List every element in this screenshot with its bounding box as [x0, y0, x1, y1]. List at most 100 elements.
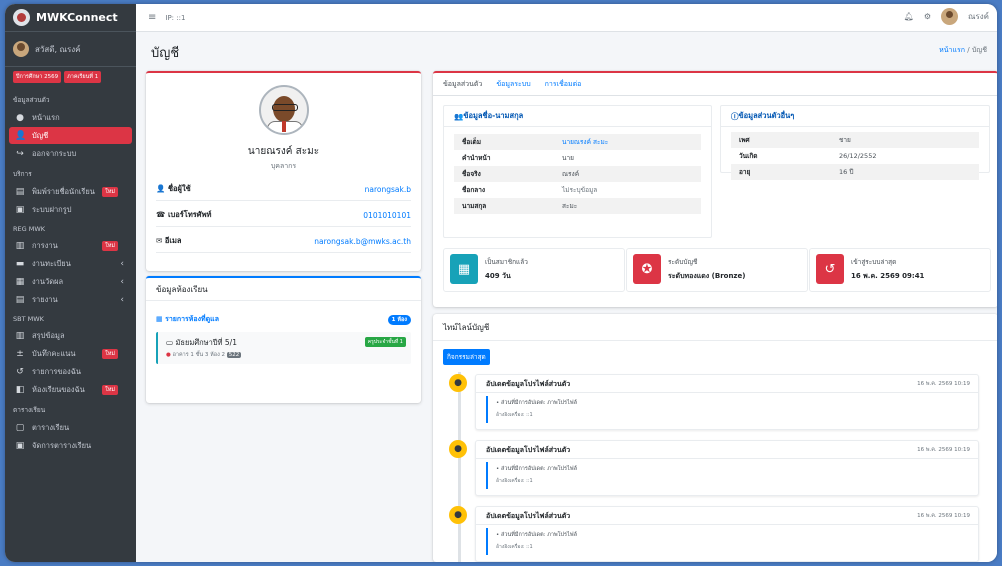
classroom-subheader: ▦ รายการห้องที่ดูแล 1 ห้อง — [156, 314, 411, 325]
sidebar-item-home[interactable]: ● หน้าแรก — [9, 109, 132, 126]
timeline-item-title: อัปเดตข้อมูลโปรไฟล์ส่วนตัว — [486, 380, 571, 388]
profile-card: นายณรงค์ สะมะ บุคลากร 👤 ชื่อผู้ใช้ naron… — [146, 71, 421, 271]
other-section-title: ข้อมูลส่วนตัวอื่นๆ — [738, 111, 795, 120]
sidebar-item-manage-timetable[interactable]: ▣ จัดการตารางเรียน — [9, 437, 132, 454]
chevron-left-icon: ‹ — [120, 294, 124, 305]
username-label: 👤 ชื่อผู้ใช้ — [156, 184, 191, 193]
nav-header-sbt: SBT MWK — [13, 315, 44, 323]
timeline-box: อัปเดตข้อมูลโปรไฟล์ส่วนตัว 16 พ.ค. 2569 … — [475, 506, 979, 562]
sidebar-item-summary[interactable]: ▥ สรุปข้อมูล — [9, 327, 132, 344]
print-icon: ▤ — [15, 186, 25, 197]
email-row: ✉ อีเมล narongsak.b@mwks.ac.th — [156, 230, 411, 253]
stat-value: ระดับทองแดง (Bronze) — [668, 272, 746, 280]
row-value: ณรงค์ — [562, 170, 580, 178]
room-code: 522 — [226, 352, 242, 358]
row-value: นายณรงค์ สะมะ — [562, 138, 609, 146]
other-section: ⓘ ข้อมูลส่วนตัวอื่นๆ เพศ ชาย วันเกิด 26/12… — [720, 105, 990, 180]
stat-value: 16 พ.ค. 2569 09:41 — [851, 272, 925, 280]
classroom-title: ข้อมูลห้องเรียน — [146, 278, 421, 301]
email-value[interactable]: narongsak.b@mwks.ac.th — [314, 237, 411, 246]
room-name: มัธยมศึกษาปีที่ 5/1 — [175, 338, 237, 347]
row-value: ชาย — [839, 136, 851, 144]
sidebar-item-photo-deposit[interactable]: ▣ ระบบฝากรูป — [9, 201, 132, 218]
chart-icon: ▥ — [15, 330, 25, 341]
sidebar-item-logout[interactable]: ↪ ออกจากระบบ — [9, 145, 132, 162]
sidebar-item-evaluation[interactable]: ▦ งานวัดผล ‹ — [9, 273, 132, 290]
tab-personal[interactable]: ข้อมูลส่วนตัว — [443, 79, 482, 95]
user-panel[interactable]: สวัสดี, ณรงค์ — [5, 32, 136, 67]
classroom-subtitle: รายการห้องที่ดูแล — [165, 315, 219, 323]
brand-logo-icon — [13, 9, 30, 26]
tab-system[interactable]: ข้อมูลระบบ — [496, 79, 530, 95]
app-window: MWKConnect สวัสดี, ณรงค์ ปีการศึกษา 2569… — [5, 4, 997, 562]
gears-icon[interactable]: ⚙ — [924, 12, 931, 21]
sidebar-item-label: รายงาน — [32, 294, 58, 304]
tab-connections[interactable]: การเชื่อมต่อ — [545, 79, 582, 95]
doc-icon: ▦ — [15, 276, 25, 287]
mail-icon: ✉ — [156, 236, 165, 245]
profile-photo — [259, 85, 309, 135]
map-pin-icon: ● — [166, 352, 171, 358]
sidebar-item-label: การงาน — [32, 240, 58, 250]
stat-membership: ▦ เป็นสมาชิกแล้ว 409 วัน — [443, 248, 625, 292]
stat-account-level: ✪ ระดับบัญชี ระดับทองแดง (Bronze) — [626, 248, 808, 292]
sidebar-item-label: บันทึกคะแนน — [32, 348, 76, 358]
history-icon: ↺ — [816, 254, 844, 284]
sidebar-item-work[interactable]: ▥ การงาน ใหม่ — [9, 237, 132, 254]
table-row: ชื่อจริง ณรงค์ — [454, 166, 701, 182]
sidebar-item-my-classroom[interactable]: ◧ ห้องเรียนของฉัน ใหม่ — [9, 381, 132, 398]
row-key: ชื่อจริง — [462, 170, 481, 178]
folder-icon: ▬ — [15, 258, 25, 269]
sidebar-item-scores[interactable]: ± บันทึกคะแนน ใหม่ — [9, 345, 132, 362]
table-row: อายุ 16 ปี — [731, 164, 979, 180]
topbar-username[interactable]: ณรงค์ — [968, 10, 989, 23]
stat-last-login: ↺ เข้าสู่ระบบล่าสุด 16 พ.ค. 2569 09:41 — [809, 248, 991, 292]
sidebar-item-print-students[interactable]: ▤ พิมพ์รายชื่อนักเรียน ใหม่ — [9, 183, 132, 200]
breadcrumb-current: บัญชี — [971, 46, 987, 54]
new-badge: ใหม่ — [102, 384, 118, 395]
row-key: อายุ — [739, 168, 751, 176]
sidebar-item-registry[interactable]: ▬ งานทะเบียน ‹ — [9, 255, 132, 272]
avatar[interactable] — [941, 8, 959, 25]
timeline-item: ● อัปเดตข้อมูลโปรไฟล์ส่วนตัว 16 พ.ค. 256… — [449, 440, 979, 496]
ip-address: IP: ::1 — [165, 13, 186, 22]
sidebar-item-label: จัดการตารางเรียน — [32, 440, 92, 450]
breadcrumb-separator: / — [967, 46, 970, 54]
row-key: คำนำหน้า — [462, 154, 491, 162]
breadcrumb-home[interactable]: หน้าแรก — [939, 46, 965, 54]
classroom-item[interactable]: ▭ มัธยมศึกษาปีที่ 5/1 ● อาคาร 1 ชั้น 3 ห… — [156, 332, 411, 364]
username-value[interactable]: narongsak.b — [365, 185, 411, 194]
classroom-icon: ◧ — [15, 384, 25, 395]
chart-icon: ▥ — [15, 240, 25, 251]
profile-name: นายณรงค์ สะมะ — [247, 146, 320, 157]
menu-toggle-icon[interactable]: ≡ — [148, 12, 156, 23]
row-value: นาย — [562, 154, 574, 162]
sidebar-item-my-list[interactable]: ↺ รายการของฉัน — [9, 363, 132, 380]
user-greeting: สวัสดี, ณรงค์ — [35, 44, 81, 54]
other-table: เพศ ชาย วันเกิด 26/12/2552 อายุ 16 ปี — [731, 132, 979, 180]
sidebar-item-label: งานทะเบียน — [32, 258, 71, 268]
info-tabs: ข้อมูลส่วนตัว ข้อมูลระบบ การเชื่อมต่อ — [443, 79, 581, 95]
user-icon: 👤 — [156, 184, 168, 193]
info-icon: ⓘ — [731, 111, 739, 121]
sidebar-item-account[interactable]: 👤 บัญชี — [9, 127, 132, 144]
timeline-item-detail: • ส่วนที่มีการอัปเดต: ภาพโปรไฟล์ อ้างอิง… — [486, 396, 796, 423]
info-card: ข้อมูลส่วนตัว ข้อมูลระบบ การเชื่อมต่อ 👥 … — [433, 71, 997, 307]
timeline-box: อัปเดตข้อมูลโปรไฟล์ส่วนตัว 16 พ.ค. 2569 … — [475, 374, 979, 430]
term-badges: ปีการศึกษา 2569 ภาคเรียนที่ 1 — [5, 67, 136, 89]
phone-value[interactable]: 0101010101 — [363, 211, 411, 220]
nav-header-services: บริการ — [13, 170, 32, 178]
brand[interactable]: MWKConnect — [5, 4, 136, 32]
sidebar-item-reports[interactable]: ▤ รายงาน ‹ — [9, 291, 132, 308]
row-key: นามสกุล — [462, 202, 487, 210]
timeline-item-time: 16 พ.ค. 2569 10:19 — [917, 513, 970, 519]
award-icon: ✪ — [633, 254, 661, 284]
image-icon: ▣ — [15, 204, 25, 215]
sidebar-item-label: พิมพ์รายชื่อนักเรียน — [32, 186, 95, 196]
sidebar-item-label: รายการของฉัน — [32, 366, 81, 376]
sidebar-item-timetable[interactable]: ▢ ตารางเรียน — [9, 419, 132, 436]
stat-label: เป็นสมาชิกแล้ว — [485, 258, 528, 266]
row-value: ไม่ระบุข้อมูล — [562, 186, 598, 194]
bell-icon[interactable]: 🔔︎ — [904, 12, 914, 21]
row-value: สะมะ — [562, 202, 578, 210]
